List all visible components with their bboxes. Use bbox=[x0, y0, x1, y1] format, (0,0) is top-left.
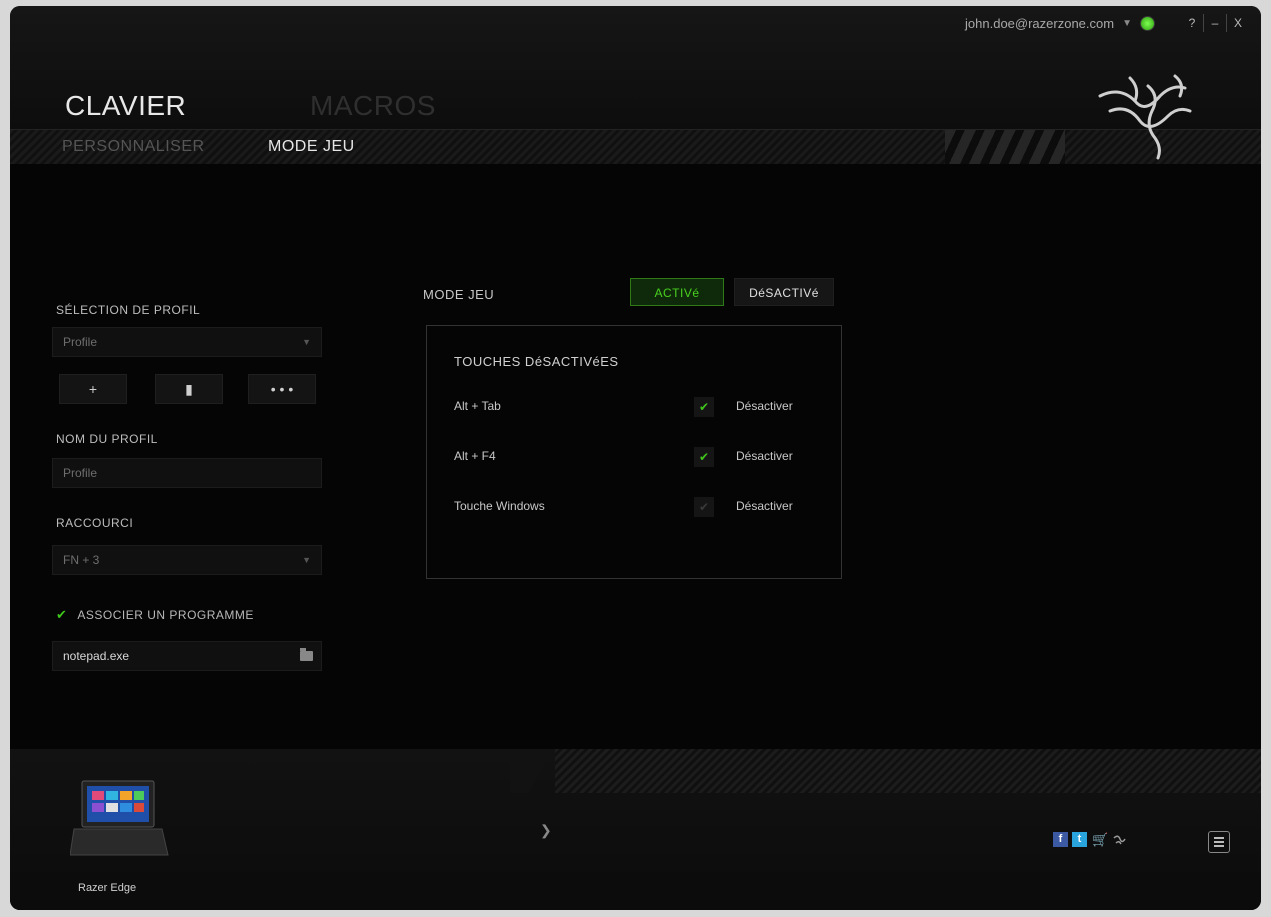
disabled-keys-panel: TOUCHES DéSACTIVéES Alt + Tab ✔ Désactiv… bbox=[426, 325, 842, 579]
key-name: Touche Windows bbox=[454, 499, 545, 513]
subtab-personnaliser[interactable]: PERSONNALISER bbox=[62, 138, 205, 156]
game-mode-label: MODE JEU bbox=[423, 287, 495, 302]
key-action-label: Désactiver bbox=[736, 449, 793, 463]
online-status-icon bbox=[1140, 15, 1155, 31]
tab-macros[interactable]: MACROS bbox=[310, 90, 436, 122]
footer-stripe-edge bbox=[510, 749, 570, 793]
razer-edge-device-icon[interactable] bbox=[70, 777, 170, 862]
window-controls: ? – X bbox=[1181, 14, 1249, 32]
subtab-mode-jeu[interactable]: MODE JEU bbox=[268, 138, 355, 156]
chevron-down-icon: ▼ bbox=[302, 555, 311, 565]
razer-small-logo-icon[interactable] bbox=[1112, 832, 1127, 847]
key-name: Alt + Tab bbox=[454, 399, 501, 413]
associate-program-label: ASSOCIER UN PROGRAMME bbox=[77, 608, 254, 622]
header: john.doe@razerzone.com ▼ ? – X CLAVIER M… bbox=[10, 6, 1261, 164]
footer-stripe bbox=[555, 749, 1261, 793]
chevron-down-icon: ▼ bbox=[302, 337, 311, 347]
checkbox-checked-icon[interactable]: ✔ bbox=[694, 397, 714, 417]
shortcut-value: FN + 3 bbox=[63, 553, 100, 567]
profile-select[interactable]: Profile ▼ bbox=[52, 327, 322, 357]
profile-select-value: Profile bbox=[63, 335, 98, 349]
device-name: Razer Edge bbox=[78, 882, 137, 894]
key-action-label: Désactiver bbox=[736, 499, 793, 513]
shortcut-select[interactable]: FN + 3 ▼ bbox=[52, 545, 322, 575]
checkbox-unchecked-icon[interactable]: ✔ bbox=[694, 497, 714, 517]
profile-selection-label: SÉLECTION DE PROFIL bbox=[56, 303, 201, 317]
disabled-keys-title: TOUCHES DéSACTIVéES bbox=[454, 354, 619, 369]
profile-name-value: Profile bbox=[63, 466, 98, 480]
close-button[interactable]: X bbox=[1227, 14, 1249, 32]
top-bar: john.doe@razerzone.com ▼ ? – X bbox=[965, 14, 1249, 32]
app-window: john.doe@razerzone.com ▼ ? – X CLAVIER M… bbox=[10, 6, 1261, 910]
program-path-value: notepad.exe bbox=[63, 649, 130, 663]
cart-icon[interactable]: 🛒 bbox=[1092, 832, 1108, 847]
game-mode-off-button[interactable]: DéSACTIVé bbox=[734, 278, 834, 306]
disabled-key-row: Alt + F4 ✔ Désactiver bbox=[454, 447, 814, 467]
game-mode-on-button[interactable]: ACTIVé bbox=[630, 278, 724, 306]
footer bbox=[10, 749, 1261, 910]
profile-name-label: NOM DU PROFIL bbox=[56, 432, 158, 446]
checkmark-icon: ✔ bbox=[56, 607, 68, 622]
help-button[interactable]: ? bbox=[1181, 14, 1204, 32]
facebook-icon[interactable]: f bbox=[1053, 832, 1068, 847]
disabled-key-row: Touche Windows ✔ Désactiver bbox=[454, 497, 814, 517]
profile-name-input[interactable]: Profile bbox=[52, 458, 322, 488]
header-stripe-decoration bbox=[945, 130, 1065, 164]
checkbox-checked-icon[interactable]: ✔ bbox=[694, 447, 714, 467]
program-path-input[interactable]: notepad.exe bbox=[52, 641, 322, 671]
key-name: Alt + F4 bbox=[454, 449, 496, 463]
account-email[interactable]: john.doe@razerzone.com bbox=[965, 16, 1114, 31]
minimize-button[interactable]: – bbox=[1204, 14, 1227, 32]
associate-program-toggle[interactable]: ✔ ASSOCIER UN PROGRAMME bbox=[56, 607, 254, 623]
twitter-icon[interactable]: t bbox=[1072, 832, 1087, 847]
delete-profile-button[interactable]: ▮ bbox=[155, 374, 223, 404]
shortcut-label: RACCOURCI bbox=[56, 516, 134, 530]
disabled-key-row: Alt + Tab ✔ Désactiver bbox=[454, 397, 814, 417]
more-options-button[interactable]: • • • bbox=[248, 374, 316, 404]
chevron-right-icon[interactable]: ❯ bbox=[540, 822, 552, 839]
folder-icon[interactable] bbox=[300, 648, 313, 661]
key-action-label: Désactiver bbox=[736, 399, 793, 413]
tab-clavier[interactable]: CLAVIER bbox=[65, 90, 186, 122]
add-profile-button[interactable]: + bbox=[59, 374, 127, 404]
account-dropdown-icon[interactable]: ▼ bbox=[1122, 18, 1132, 29]
menu-button[interactable] bbox=[1208, 831, 1230, 853]
razer-snake-logo-icon bbox=[1098, 74, 1192, 160]
